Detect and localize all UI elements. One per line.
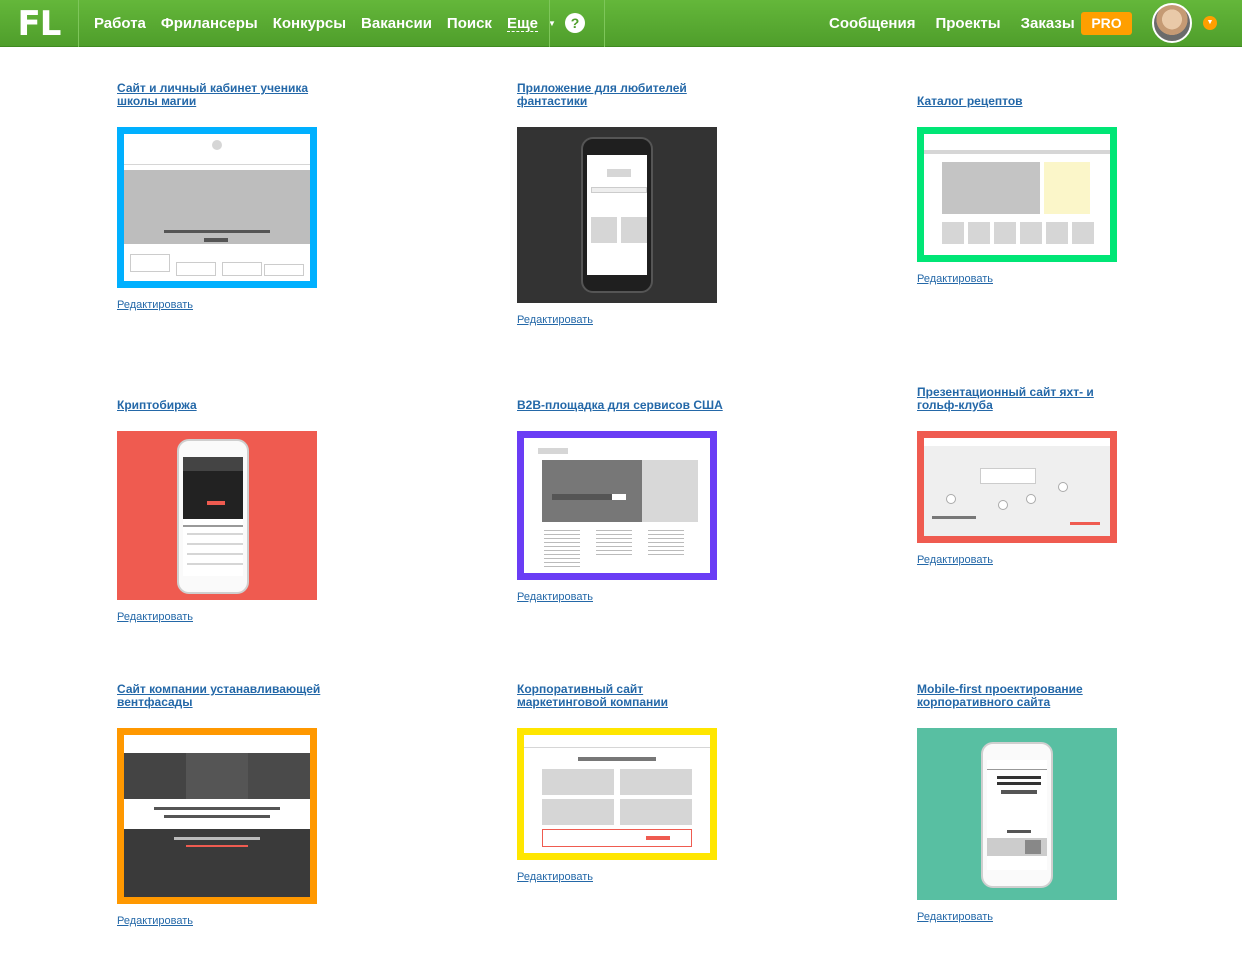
avatar[interactable]: [1152, 3, 1192, 43]
project-thumbnail[interactable]: [117, 728, 317, 904]
fl-logo[interactable]: FL: [0, 0, 79, 47]
edit-link[interactable]: Редактировать: [117, 299, 193, 311]
portfolio-card: Каталог рецептов Редактировать: [917, 95, 1127, 285]
project-thumbnail[interactable]: [517, 127, 717, 303]
pro-button[interactable]: PRO: [1081, 12, 1132, 35]
project-title[interactable]: Сайт и личный кабинет ученика школы маги…: [117, 82, 327, 108]
project-title[interactable]: Презентационный сайт яхт- и гольф-клуба: [917, 386, 1127, 412]
edit-link[interactable]: Редактировать: [117, 915, 193, 927]
chevron-down-icon[interactable]: ▼: [1203, 16, 1217, 30]
project-title[interactable]: Каталог рецептов: [917, 95, 1127, 108]
nav-freelancers[interactable]: Фрилансеры: [161, 15, 258, 32]
project-thumbnail[interactable]: [517, 728, 717, 860]
project-title[interactable]: Сайт компании устанавливающей вентфасады: [117, 683, 327, 709]
main-nav: Работа Фрилансеры Конкурсы Вакансии Поис…: [94, 0, 556, 47]
portfolio-card: Сайт компании устанавливающей вентфасады…: [117, 683, 327, 927]
project-thumbnail[interactable]: [117, 127, 317, 288]
edit-link[interactable]: Редактировать: [517, 591, 593, 603]
user-nav: Сообщения Проекты Заказы: [829, 0, 1095, 47]
nav-work[interactable]: Работа: [94, 15, 146, 32]
nav-vacancies[interactable]: Вакансии: [361, 15, 432, 32]
divider: [604, 0, 605, 47]
project-title[interactable]: Криптобиржа: [117, 399, 327, 412]
portfolio-card: Презентационный сайт яхт- и гольф-клуба …: [917, 386, 1127, 566]
project-thumbnail[interactable]: [917, 127, 1117, 262]
project-title[interactable]: Mobile-first проектирование корпоративно…: [917, 683, 1127, 709]
project-title[interactable]: Приложение для любителей фантастики: [517, 82, 727, 108]
portfolio-card: Mobile-first проектирование корпоративно…: [917, 683, 1127, 923]
portfolio-card: Корпоративный сайт маркетинговой компани…: [517, 683, 727, 883]
portfolio-card: Приложение для любителей фантастики Реда…: [517, 82, 727, 326]
project-title[interactable]: Корпоративный сайт маркетинговой компани…: [517, 683, 727, 709]
edit-link[interactable]: Редактировать: [917, 554, 993, 566]
nav-messages[interactable]: Сообщения: [829, 15, 915, 32]
project-thumbnail[interactable]: [117, 431, 317, 600]
edit-link[interactable]: Редактировать: [117, 611, 193, 623]
project-thumbnail[interactable]: [917, 728, 1117, 900]
help-icon[interactable]: ?: [565, 13, 585, 33]
edit-link[interactable]: Редактировать: [917, 911, 993, 923]
nav-search[interactable]: Поиск: [447, 15, 492, 32]
project-title[interactable]: B2B-площадка для сервисов США: [517, 399, 727, 412]
portfolio-card: Сайт и личный кабинет ученика школы маги…: [117, 82, 327, 311]
portfolio-card: Криптобиржа Редактировать: [117, 399, 327, 623]
edit-link[interactable]: Редактировать: [517, 871, 593, 883]
nav-more[interactable]: Еще: [506, 16, 538, 32]
nav-contests[interactable]: Конкурсы: [273, 15, 346, 32]
nav-projects[interactable]: Проекты: [935, 15, 1000, 32]
nav-orders[interactable]: Заказы: [1021, 15, 1075, 32]
portfolio-card: B2B-площадка для сервисов США Редактиров…: [517, 399, 727, 603]
divider: [549, 0, 550, 47]
project-thumbnail[interactable]: [517, 431, 717, 580]
project-thumbnail[interactable]: [917, 431, 1117, 543]
top-navigation-bar: FL Работа Фрилансеры Конкурсы Вакансии П…: [0, 0, 1242, 47]
edit-link[interactable]: Редактировать: [517, 314, 593, 326]
edit-link[interactable]: Редактировать: [917, 273, 993, 285]
